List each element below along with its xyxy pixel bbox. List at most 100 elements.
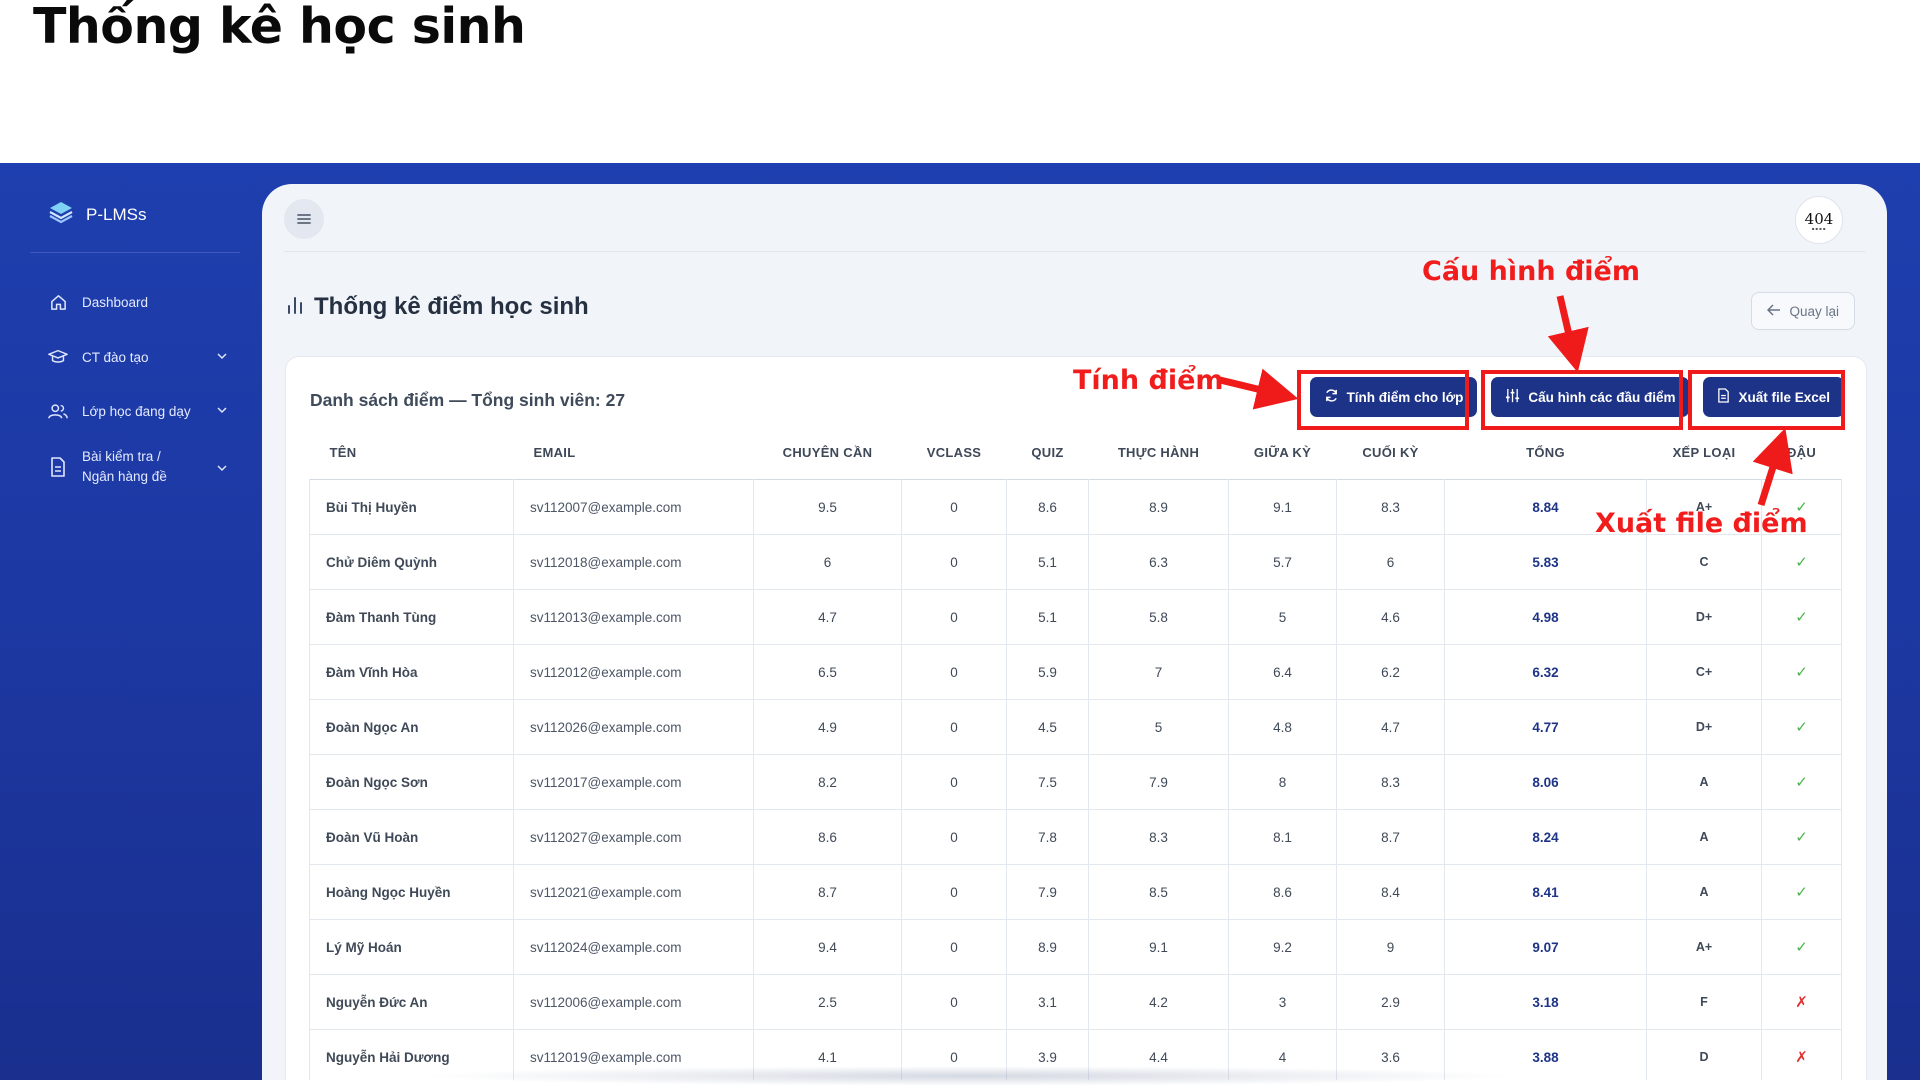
brand[interactable]: P-LMSs xyxy=(48,200,146,229)
annotation-config: Cấu hình điểm xyxy=(1422,256,1641,287)
cell-name: Lý Mỹ Hoán xyxy=(309,919,514,975)
table-header-row: TÊN EMAIL CHUYÊN CẦN VCLASS QUIZ THỰC HÀ… xyxy=(310,426,1842,480)
avatar[interactable]: 404 ▪▪▪▪ xyxy=(1795,196,1843,244)
chevron-down-icon[interactable] xyxy=(216,404,228,419)
cell-vclass: 0 xyxy=(901,644,1007,700)
cell-final: 2.9 xyxy=(1336,974,1445,1030)
card-title: Danh sách điểm — Tổng sinh viên: 27 xyxy=(310,390,626,410)
table-row[interactable]: Đàm Vĩnh Hòa sv112012@example.com 6.5 0 5.9 7… xyxy=(309,644,1842,700)
sidebar-item-label: Bài kiểm tra / xyxy=(82,449,161,464)
cell-quiz: 7.5 xyxy=(1006,754,1089,810)
cell-total: 4.77 xyxy=(1444,699,1647,755)
cell-final: 8.3 xyxy=(1336,754,1445,810)
avatar-caption-icon: ▪▪▪▪ xyxy=(1811,225,1827,231)
back-button[interactable]: Quay lại xyxy=(1751,292,1855,330)
cell-vclass: 0 xyxy=(901,699,1007,755)
col-header-attendance[interactable]: CHUYÊN CẦN xyxy=(754,426,902,480)
highlight-calc-button xyxy=(1297,370,1469,430)
cell-vclass: 0 xyxy=(901,479,1007,535)
cell-grade: D+ xyxy=(1646,589,1762,645)
cell-final: 4.7 xyxy=(1336,699,1445,755)
sidebar-item-label: Lớp học đang dạy xyxy=(82,403,191,419)
cell-email: sv112021@example.com xyxy=(513,864,754,920)
cell-attendance: 8.6 xyxy=(753,809,902,865)
home-icon xyxy=(48,292,68,312)
sidebar-item-teaching-classes[interactable]: Lớp học đang dạy xyxy=(48,401,228,421)
cell-email: sv112018@example.com xyxy=(513,534,754,590)
cell-email: sv112013@example.com xyxy=(513,589,754,645)
cell-name: Nguyễn Đức An xyxy=(309,974,514,1030)
cell-grade: D+ xyxy=(1646,699,1762,755)
cell-attendance: 6.5 xyxy=(753,644,902,700)
cell-attendance: 8.2 xyxy=(753,754,902,810)
cell-quiz: 7.9 xyxy=(1006,864,1089,920)
col-header-midterm[interactable]: GIỮA KỲ xyxy=(1229,426,1337,480)
document-icon xyxy=(48,457,68,477)
sidebar-item-training-program[interactable]: CT đào tạo xyxy=(48,347,228,367)
cell-midterm: 3 xyxy=(1228,974,1337,1030)
sidebar-item-dashboard[interactable]: Dashboard xyxy=(48,292,228,312)
sidebar-item-tests-question-bank[interactable]: Bài kiểm tra / Ngân hàng đề xyxy=(48,447,228,487)
table-row[interactable]: Đoàn Ngọc Sơn sv112017@example.com 8.2 0 7.5… xyxy=(309,754,1842,810)
scores-card: Danh sách điểm — Tổng sinh viên: 27 Tính… xyxy=(285,356,1867,1080)
cell-pass: ✓ xyxy=(1761,534,1842,590)
layers-logo-icon xyxy=(48,200,74,229)
hamburger-menu-button[interactable] xyxy=(284,199,324,239)
page-title: Thống kê điểm học sinh xyxy=(314,293,589,320)
col-header-pass[interactable]: ĐẬU xyxy=(1762,426,1842,480)
bar-chart-icon xyxy=(286,293,304,321)
table-row[interactable]: Đoàn Vũ Hoàn sv112027@example.com 8.6 0 7.8 8… xyxy=(309,809,1842,865)
cell-practice: 4.2 xyxy=(1088,974,1229,1030)
col-header-final[interactable]: CUỐI KỲ xyxy=(1337,426,1445,480)
cell-total: 3.18 xyxy=(1444,974,1647,1030)
cell-name: Đoàn Ngọc An xyxy=(309,699,514,755)
table-row[interactable]: Hoàng Ngọc Huyền sv112021@example.com 8.7 0… xyxy=(309,864,1842,920)
cell-email: sv112027@example.com xyxy=(513,809,754,865)
cell-name: Đoàn Ngọc Sơn xyxy=(309,754,514,810)
cell-total: 9.07 xyxy=(1444,919,1647,975)
cell-total: 8.41 xyxy=(1444,864,1647,920)
cell-quiz: 8.9 xyxy=(1006,919,1089,975)
cell-final: 9 xyxy=(1336,919,1445,975)
check-icon: ✓ xyxy=(1795,664,1808,681)
cell-vclass: 0 xyxy=(901,974,1007,1030)
cell-midterm: 8.6 xyxy=(1228,864,1337,920)
chevron-down-icon[interactable] xyxy=(216,350,228,365)
cell-grade: D xyxy=(1646,1029,1762,1080)
highlight-config-button xyxy=(1481,370,1683,430)
cell-grade: A xyxy=(1646,809,1762,865)
cell-vclass: 0 xyxy=(901,809,1007,865)
col-header-quiz[interactable]: QUIZ xyxy=(1007,426,1089,480)
table-row[interactable]: Đàm Thanh Tùng sv112013@example.com 4.7 0 5.… xyxy=(309,589,1842,645)
cell-total: 6.32 xyxy=(1444,644,1647,700)
cell-pass: ✗ xyxy=(1761,974,1842,1030)
cell-quiz: 3.1 xyxy=(1006,974,1089,1030)
table-row[interactable]: Đoàn Ngọc An sv112026@example.com 4.9 0 4.5 5… xyxy=(309,699,1842,755)
cell-attendance: 9.5 xyxy=(753,479,902,535)
col-header-grade[interactable]: XẾP LOẠI xyxy=(1647,426,1762,480)
cell-final: 8.7 xyxy=(1336,809,1445,865)
table-row[interactable]: Lý Mỹ Hoán sv112024@example.com 9.4 0 8.9 9.1… xyxy=(309,919,1842,975)
col-header-name[interactable]: TÊN xyxy=(310,426,514,480)
cell-attendance: 2.5 xyxy=(753,974,902,1030)
chevron-down-icon[interactable] xyxy=(216,460,228,480)
cell-grade: A xyxy=(1646,864,1762,920)
cell-email: sv112026@example.com xyxy=(513,699,754,755)
main-panel: 404 ▪▪▪▪ Thống kê điểm học sinh Quay lại… xyxy=(262,184,1887,1080)
cell-final: 6.2 xyxy=(1336,644,1445,700)
col-header-vclass[interactable]: VCLASS xyxy=(902,426,1007,480)
col-header-total[interactable]: TỔNG xyxy=(1445,426,1647,480)
cell-practice: 9.1 xyxy=(1088,919,1229,975)
cell-grade: A+ xyxy=(1646,919,1762,975)
check-icon: ✓ xyxy=(1795,829,1808,846)
col-header-practice[interactable]: THỰC HÀNH xyxy=(1089,426,1229,480)
annotation-calc: Tính điểm xyxy=(1073,365,1224,396)
cell-practice: 8.9 xyxy=(1088,479,1229,535)
table-row[interactable]: Chử Diêm Quỳnh sv112018@example.com 6 0 5.1 6… xyxy=(309,534,1842,590)
cell-attendance: 4.9 xyxy=(753,699,902,755)
cell-midterm: 8 xyxy=(1228,754,1337,810)
cell-email: sv112012@example.com xyxy=(513,644,754,700)
col-header-email[interactable]: EMAIL xyxy=(514,426,754,480)
cell-vclass: 0 xyxy=(901,534,1007,590)
table-row[interactable]: Nguyễn Đức An sv112006@example.com 2.5 0 3.1… xyxy=(309,974,1842,1030)
